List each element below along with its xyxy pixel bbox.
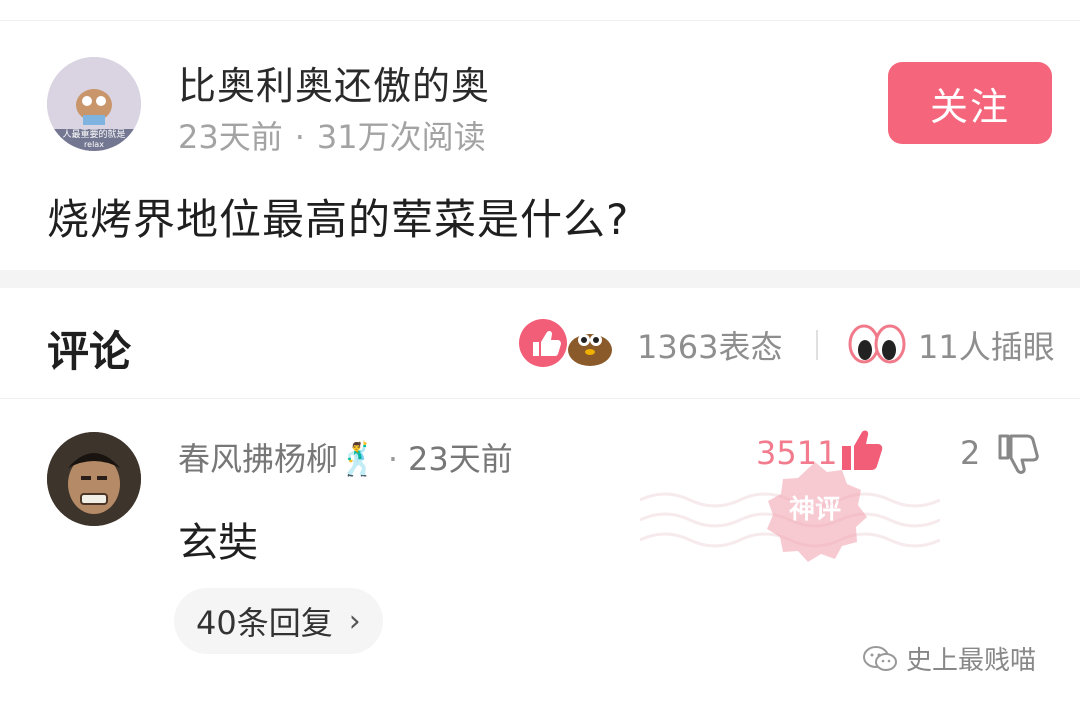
post-views: 31万次阅读 <box>316 118 486 156</box>
peek-count[interactable]: 11人插眼 <box>918 322 1055 368</box>
post-meta: 23天前 · 31万次阅读 <box>178 112 486 158</box>
dislike-count[interactable]: 2 <box>960 434 980 472</box>
reaction-count[interactable]: 1363表态 <box>637 322 782 368</box>
comment-text: 玄奘 <box>178 520 258 566</box>
chevron-right-icon: › <box>348 603 361 639</box>
comment-meta-dot: · <box>387 440 399 478</box>
stamp-text: 神评 <box>789 495 841 525</box>
like-count[interactable]: 3511 <box>756 434 837 472</box>
thumb-down-icon[interactable] <box>996 432 1040 476</box>
replies-label: 40条回复 <box>196 604 333 642</box>
wechat-icon <box>863 645 897 671</box>
header-separator <box>816 330 818 360</box>
author-avatar[interactable]: 人最重要的就是 relax <box>47 57 141 151</box>
view-replies-button[interactable]: 40条回复 › <box>174 588 383 654</box>
follow-button[interactable]: 关注 <box>888 62 1052 144</box>
section-divider <box>0 270 1080 288</box>
post-time: 23天前 <box>178 118 283 156</box>
commenter-line: 春风拂杨柳🕺 · 23天前 <box>178 434 513 480</box>
avatar-caption-2: relax <box>84 140 104 149</box>
watermark: 史上最贱喵 <box>862 640 1036 677</box>
commenter-name[interactable]: 春风拂杨柳🕺 <box>178 440 378 478</box>
author-name[interactable]: 比奥利奥还傲的奥 <box>178 55 490 110</box>
comments-header: 评论 1363表态 11人插眼 <box>0 288 1080 398</box>
avatar-caption: 人最重要的就是 <box>62 128 125 140</box>
post-question: 烧烤界地位最高的荤菜是什么? <box>47 195 630 244</box>
comment-divider <box>0 398 1080 399</box>
reaction-icons[interactable] <box>518 318 618 368</box>
comment-time: 23天前 <box>408 440 513 478</box>
thumb-up-icon[interactable] <box>838 426 886 474</box>
peek-eyes-icon[interactable] <box>848 320 906 366</box>
meta-dot: · <box>294 118 305 156</box>
watermark-label: 史上最贱喵 <box>906 646 1037 676</box>
commenter-avatar[interactable] <box>47 432 141 526</box>
post-card: 人最重要的就是 relax 比奥利奥还傲的奥 23天前 · 31万次阅读 关注 烧烤… <box>0 0 1080 270</box>
comments-title: 评论 <box>47 327 132 376</box>
